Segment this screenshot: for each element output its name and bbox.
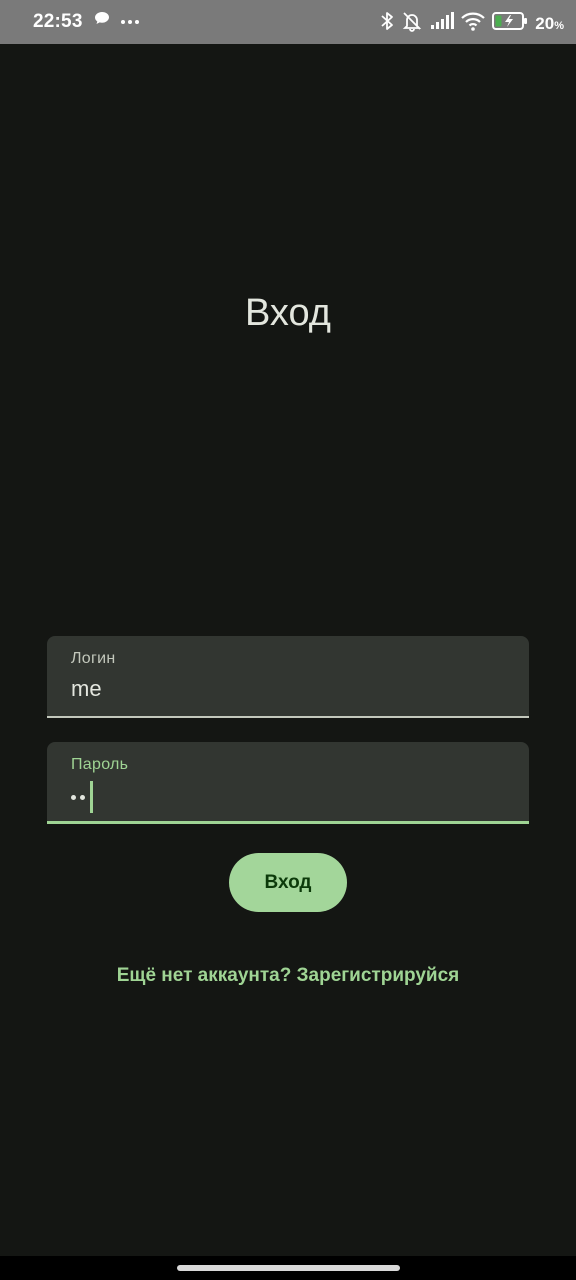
text-cursor: [90, 781, 93, 813]
signal-icon: [430, 12, 455, 35]
wifi-icon: [461, 11, 486, 36]
login-field-label: Логин: [71, 650, 116, 667]
home-gesture-handle[interactable]: [177, 1265, 400, 1271]
login-field-value[interactable]: me: [71, 676, 102, 702]
navigation-bar: [0, 1256, 576, 1280]
battery-charging-icon: [492, 11, 528, 36]
page-title: Вход: [245, 292, 331, 334]
battery-percent: 20%: [535, 13, 564, 33]
status-time: 22:53: [33, 11, 83, 32]
password-field-label: Пароль: [71, 756, 129, 773]
password-mask-dot: [71, 794, 76, 800]
password-mask-dot: [80, 794, 85, 800]
status-bar: 22:53 20%: [0, 0, 576, 44]
login-screen: 22:53 20% Вход Логин me Пароль Вход Ещё …: [0, 0, 576, 1280]
status-left-icons: [94, 10, 140, 31]
register-link[interactable]: Ещё нет аккаунта? Зарегистрируйся: [0, 965, 576, 987]
login-button[interactable]: Вход: [229, 853, 347, 912]
password-field[interactable]: Пароль: [47, 742, 529, 824]
chat-bubble-icon: [94, 10, 110, 31]
login-field[interactable]: Логин me: [47, 636, 529, 718]
status-right-icons: 20%: [380, 10, 564, 37]
more-dots-icon: [120, 12, 140, 30]
bell-off-icon: [401, 10, 423, 37]
bluetooth-icon: [380, 10, 394, 37]
password-field-value[interactable]: [71, 780, 93, 814]
